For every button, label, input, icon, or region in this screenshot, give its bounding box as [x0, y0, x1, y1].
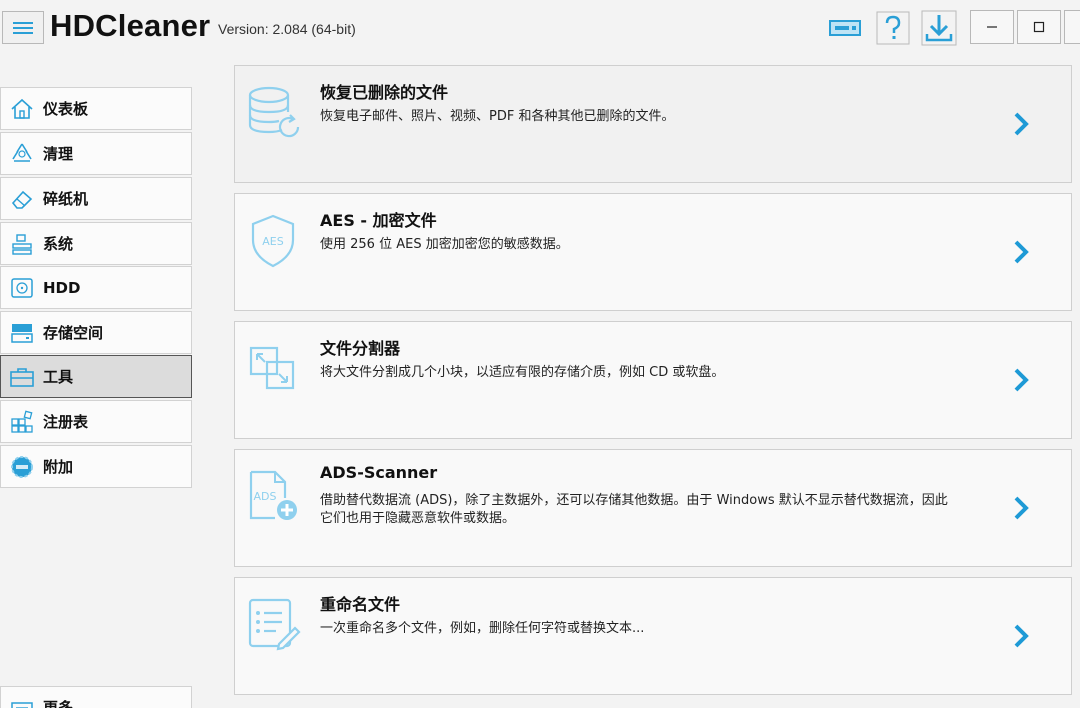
ads-file-label: ADS	[254, 490, 277, 503]
sidebar-item-label: 碎纸机	[43, 190, 89, 208]
aes-shield-icon: AES	[251, 214, 295, 268]
tool-description: 使用 256 位 AES 加密加密您的敏感数据。	[320, 237, 569, 252]
sidebar-item-label: 附加	[43, 458, 74, 476]
chevron-right-icon[interactable]	[1011, 238, 1031, 266]
file-split-icon	[249, 346, 295, 390]
tool-title: 文件分割器	[320, 339, 401, 358]
download-button[interactable]	[921, 10, 957, 46]
sidebar-item-shredder[interactable]: 碎纸机	[0, 177, 192, 220]
sidebar-item-dashboard[interactable]: 仪表板	[0, 87, 192, 130]
sidebar-item-tools[interactable]: 工具	[0, 355, 192, 398]
maximize-icon	[1033, 21, 1045, 33]
tool-title: ADS-Scanner	[320, 463, 438, 482]
more-icon	[1, 687, 43, 708]
rename-list-icon	[248, 598, 301, 651]
home-icon	[1, 88, 43, 129]
sidebar-item-system[interactable]: 系统	[0, 222, 192, 265]
tool-card-recover-files[interactable]: 恢复已删除的文件 恢复电子邮件、照片、视频、PDF 和各种其他已删除的文件。	[234, 65, 1072, 183]
tool-title: 重命名文件	[320, 595, 401, 614]
tool-description: 借助替代数据流 (ADS)，除了主数据外，还可以存储其他数据。由于 Window…	[320, 493, 948, 526]
recycle-icon	[1, 133, 43, 174]
chevron-right-icon[interactable]	[1011, 622, 1031, 650]
eraser-icon	[1, 178, 43, 219]
sidebar-item-label: 系统	[43, 235, 74, 253]
sidebar-item-label: 更多	[43, 699, 74, 708]
system-icon	[1, 223, 43, 264]
sidebar-item-label: 工具	[43, 368, 74, 386]
chevron-right-icon[interactable]	[1011, 110, 1031, 138]
chevron-right-icon[interactable]	[1011, 494, 1031, 522]
help-icon	[876, 11, 910, 45]
tool-description: 将大文件分割成几个小块，以适应有限的存储介质，例如 CD 或软盘。	[320, 365, 725, 380]
tool-title: AES - 加密文件	[320, 211, 437, 230]
sidebar-item-label: 注册表	[43, 413, 89, 431]
registry-icon	[1, 401, 43, 442]
aes-shield-label: AES	[262, 235, 283, 248]
app-title: HDCleaner	[50, 8, 211, 43]
close-button[interactable]	[1064, 10, 1080, 44]
sidebar-item-label: 清理	[43, 145, 74, 163]
tool-description: 恢复电子邮件、照片、视频、PDF 和各种其他已删除的文件。	[320, 109, 675, 124]
menu-icon-bar	[13, 31, 33, 34]
toolbox-icon	[1, 356, 43, 397]
hamburger-menu-button[interactable]	[2, 11, 44, 44]
minimize-icon	[987, 26, 997, 28]
chevron-right-icon[interactable]	[1011, 366, 1031, 394]
monitor-toggle-button[interactable]	[827, 10, 863, 46]
menu-icon	[13, 21, 33, 24]
sidebar-item-registry[interactable]: 注册表	[0, 400, 192, 443]
tool-title: 恢复已删除的文件	[320, 83, 449, 102]
sidebar-item-clean[interactable]: 清理	[0, 132, 192, 175]
menu-icon-bar	[13, 26, 33, 29]
extra-icon	[1, 446, 43, 487]
database-restore-icon	[248, 86, 300, 138]
help-button[interactable]	[875, 10, 911, 46]
ads-file-add-icon: ADS	[249, 470, 297, 520]
sidebar-item-label: 仪表板	[43, 100, 89, 118]
tool-card-rename-files[interactable]: 重命名文件 一次重命名多个文件，例如，删除任何字符或替换文本...	[234, 577, 1072, 695]
maximize-button[interactable]	[1017, 10, 1061, 44]
sidebar-item-hdd[interactable]: HDD	[0, 266, 192, 309]
title-bar: HDCleaner Version: 2.084 (64-bit)	[0, 0, 1080, 56]
monitor-toggle-icon	[829, 20, 861, 36]
storage-icon	[1, 312, 43, 353]
sidebar-item-extras[interactable]: 附加	[0, 445, 192, 488]
sidebar-item-more[interactable]: 更多	[0, 686, 192, 708]
tool-card-ads-scanner[interactable]: ADS ADS-Scanner 借助替代数据流 (ADS)，除了主数据外，还可以…	[234, 449, 1072, 567]
sidebar-item-label: 存储空间	[43, 324, 104, 342]
tool-card-aes-encrypt[interactable]: AES AES - 加密文件 使用 256 位 AES 加密加密您的敏感数据。	[234, 193, 1072, 311]
download-icon	[921, 10, 957, 46]
hdd-icon	[1, 267, 43, 308]
tool-card-file-splitter[interactable]: 文件分割器 将大文件分割成几个小块，以适应有限的存储介质，例如 CD 或软盘。	[234, 321, 1072, 439]
app-version: Version: 2.084 (64-bit)	[218, 21, 356, 37]
minimize-button[interactable]	[970, 10, 1014, 44]
sidebar-item-label: HDD	[43, 278, 81, 297]
tool-description: 一次重命名多个文件，例如，删除任何字符或替换文本...	[320, 621, 645, 636]
sidebar-item-storage[interactable]: 存储空间	[0, 311, 192, 354]
